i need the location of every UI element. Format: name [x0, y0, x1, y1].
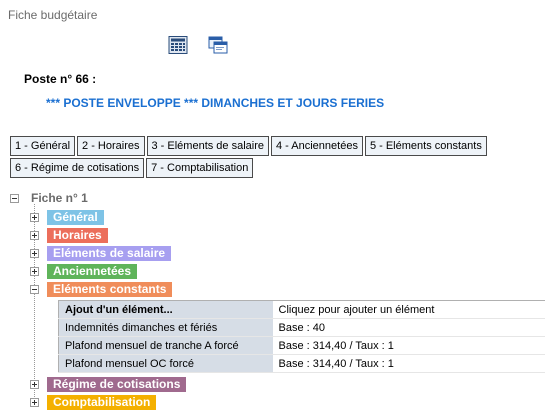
window-title: Fiche budgétaire [8, 8, 98, 22]
element-value: Base : 314,40 / Taux : 1 [272, 336, 545, 355]
tab-regime-de-cotisations[interactable]: 6 - Régime de cotisations [10, 158, 145, 178]
tab-elements-de-salaire[interactable]: 3 - Eléments de salaire [146, 136, 269, 156]
element-value: Base : 314,40 / Taux : 1 [272, 354, 545, 373]
tree-node-label-comptabilisation[interactable]: Comptabilisation [47, 394, 157, 410]
tree-root-fiche[interactable]: Fiche n° 1 [10, 190, 540, 206]
tree-node-label-regime-de-cotisations[interactable]: Régime de cotisations [47, 376, 187, 392]
expand-icon[interactable] [30, 379, 39, 389]
tree-node-comptabilisation[interactable]: Comptabilisation [30, 393, 540, 411]
expand-icon[interactable] [30, 248, 39, 258]
expand-icon[interactable] [30, 230, 39, 240]
collapse-icon[interactable] [30, 284, 39, 294]
element-value: Base : 40 [272, 318, 545, 337]
add-element-hint[interactable]: Cliquez pour ajouter un élément [272, 300, 545, 319]
element-name: Plafond mensuel de tranche A forcé [58, 336, 273, 355]
tab-elements-constants[interactable]: 5 - Eléments constants [364, 136, 487, 156]
add-element-row[interactable]: Ajout d'un élément... Cliquez pour ajout… [58, 300, 545, 319]
tab-bar-row-1: 1 - Général 2 - Horaires 3 - Eléments de… [10, 136, 487, 156]
collapse-icon[interactable] [10, 193, 19, 203]
table-row[interactable]: Indemnités dimanches et fériés Base : 40 [58, 318, 545, 337]
tree-root-label: Fiche n° 1 [31, 191, 88, 205]
tree-node-regime-de-cotisations[interactable]: Régime de cotisations [30, 375, 540, 393]
expand-icon[interactable] [30, 397, 39, 407]
expand-icon[interactable] [30, 212, 39, 222]
expand-icon[interactable] [30, 266, 39, 276]
tab-anciennetees[interactable]: 4 - Anciennetées [271, 136, 363, 156]
table-row[interactable]: Plafond mensuel OC forcé Base : 314,40 /… [58, 354, 545, 373]
tree-node-general[interactable]: Général [30, 208, 540, 226]
tab-horaires[interactable]: 2 - Horaires [77, 136, 145, 156]
element-name: Indemnités dimanches et fériés [58, 318, 273, 337]
element-name: Plafond mensuel OC forcé [58, 354, 273, 373]
tree-node-label-general[interactable]: Général [47, 209, 104, 225]
elements-constants-table: Ajout d'un élément... Cliquez pour ajout… [58, 300, 545, 373]
tree-node-horaires[interactable]: Horaires [30, 226, 540, 244]
tree-node-label-anciennetees[interactable]: Anciennetées [47, 263, 138, 279]
tree-node-label-elements-constants[interactable]: Eléments constants [47, 281, 173, 297]
calculator-icon[interactable] [168, 36, 188, 54]
poste-number-label: Poste n° 66 : [24, 72, 97, 86]
window-icon[interactable] [208, 36, 228, 54]
tab-comptabilisation[interactable]: 7 - Comptabilisation [146, 158, 254, 178]
tree-node-elements-constants[interactable]: Eléments constants [30, 280, 540, 298]
poste-title: *** POSTE ENVELOPPE *** DIMANCHES ET JOU… [46, 96, 385, 110]
tree-children: Général Horaires Eléments de salaire Anc… [30, 204, 545, 411]
tab-bar-row-2: 6 - Régime de cotisations 7 - Comptabili… [10, 158, 254, 178]
tab-general[interactable]: 1 - Général [10, 136, 76, 156]
tree-node-anciennetees[interactable]: Anciennetées [30, 262, 540, 280]
table-row[interactable]: Plafond mensuel de tranche A forcé Base … [58, 336, 545, 355]
fiche-tree: Fiche n° 1 Général Horaires Eléments de … [10, 190, 545, 411]
tree-node-label-elements-de-salaire[interactable]: Eléments de salaire [47, 245, 172, 261]
tree-node-elements-de-salaire[interactable]: Eléments de salaire [30, 244, 540, 262]
tree-node-label-horaires[interactable]: Horaires [47, 227, 108, 243]
add-element-label[interactable]: Ajout d'un élément... [58, 300, 273, 319]
